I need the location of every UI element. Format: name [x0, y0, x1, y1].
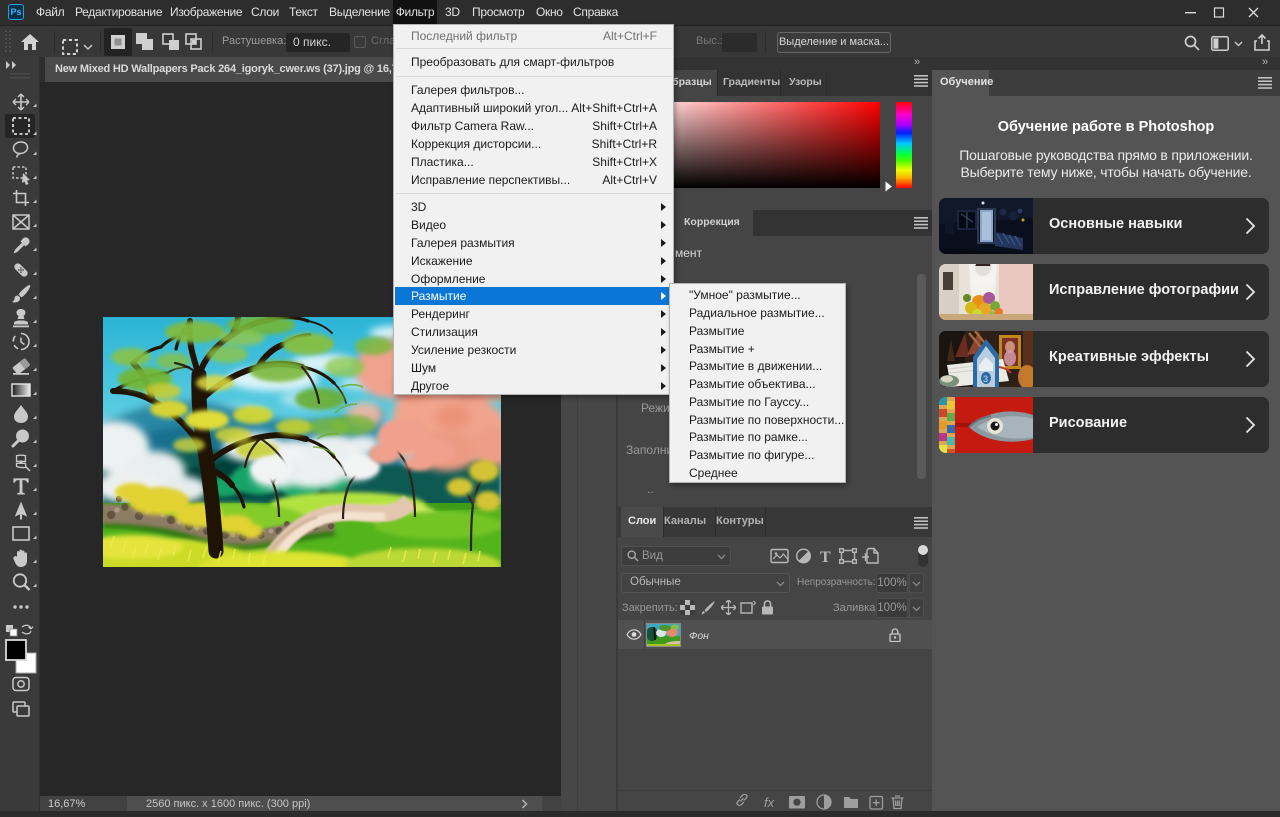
svg-text:T: T: [820, 549, 831, 565]
svg-text:3: 3: [983, 374, 988, 384]
svg-text:fx: fx: [764, 795, 775, 810]
